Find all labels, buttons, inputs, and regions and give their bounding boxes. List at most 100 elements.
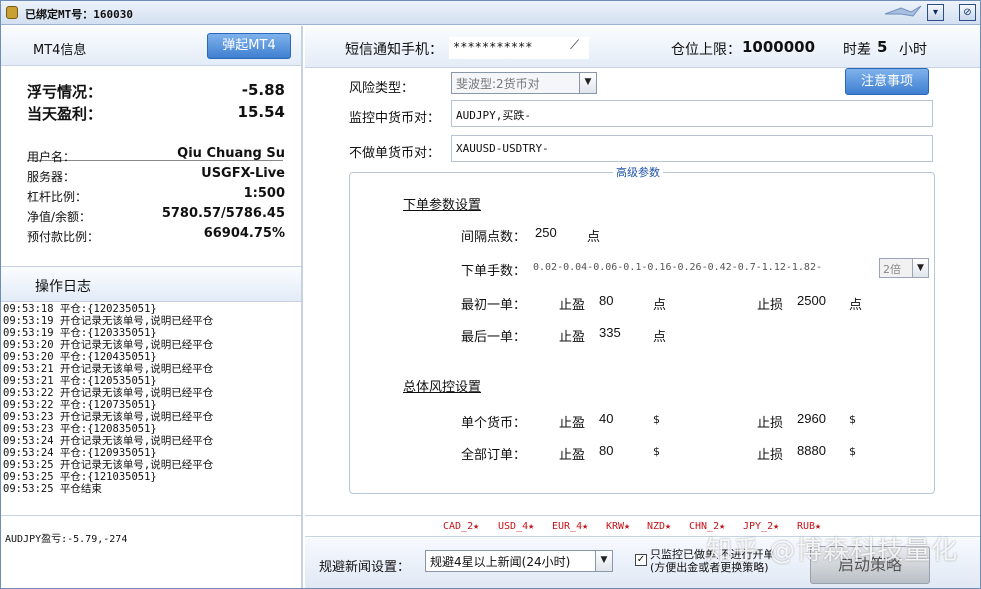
mt4-info-label: MT4信息 <box>33 43 87 58</box>
edit-icon[interactable]: ⟋ <box>570 38 579 53</box>
lots-value: 0.02-0.04-0.06-0.1-0.16-0.26-0.42-0.7-1.… <box>533 262 822 273</box>
last-order-label: 最后一单： <box>461 330 527 345</box>
first-order-label: 最初一单： <box>461 298 527 313</box>
log-line: 09:53:22 平仓:{120735051} <box>3 399 157 411</box>
leverage-value: 1:500 <box>243 186 285 201</box>
currency-star: USD_4★ <box>498 521 535 532</box>
first-tp-input[interactable]: 80 <box>595 290 645 312</box>
single-currency-label: 单个货币： <box>461 416 527 431</box>
monitor-pairs-label: 监控中货币对： <box>349 111 441 126</box>
mt4-info-header: MT4信息 弹起MT4 <box>1 26 301 66</box>
all-sl-input[interactable]: 8880 <box>793 440 843 462</box>
floating-pl-label: 浮亏情况： <box>27 83 103 101</box>
notice-button[interactable]: 注意事项 <box>845 68 929 95</box>
monitor-only-checkbox[interactable]: ✓ <box>635 554 647 566</box>
first-sl-label: 止损 <box>757 298 784 313</box>
risk-type-value: 斐波型:2货币对 <box>456 77 540 91</box>
log-line: 09:53:21 平仓:{120535051} <box>3 375 157 387</box>
log-line: 09:53:18 平仓:{120235051} <box>3 303 157 315</box>
all-sl-unit: $ <box>849 445 856 458</box>
order-settings-heading: 下单参数设置 <box>403 198 482 213</box>
single-sl-unit: $ <box>849 413 856 426</box>
chevron-down-icon: ▼ <box>912 259 928 277</box>
margin-ratio-label: 预付款比例： <box>27 230 100 244</box>
first-tp-label: 止盈 <box>559 298 586 313</box>
status-area: AUDJPY盈亏:-5.79,-274 <box>1 515 301 588</box>
window-title: 已绑定MT号：160030 <box>25 8 133 21</box>
position-limit-value: 1000000 <box>742 38 816 56</box>
all-tp-input[interactable]: 80 <box>595 440 645 462</box>
today-profit-value: 15.54 <box>237 103 285 121</box>
interval-unit: 点 <box>587 230 601 245</box>
first-sl-unit: 点 <box>849 298 863 313</box>
last-tp-unit: 点 <box>653 330 667 345</box>
log-line: 09:53:23 开仓记录无该单号,说明已经平仓 <box>3 411 214 423</box>
today-profit-label: 当天盈利： <box>27 105 103 123</box>
lots-label: 下单手数： <box>461 264 527 279</box>
log-line: 09:53:21 开仓记录无该单号,说明已经平仓 <box>3 363 214 375</box>
currency-star: EUR_4★ <box>552 521 589 532</box>
all-tp-label: 止盈 <box>559 448 586 463</box>
news-avoid-label: 规避新闻设置： <box>319 560 411 575</box>
currency-star: KRW★ <box>606 521 631 532</box>
close-button[interactable]: ⊘ <box>959 4 976 21</box>
monitor-pairs-input[interactable]: AUDJPY,买跌- <box>451 100 933 127</box>
leverage-label: 杠杆比例： <box>27 190 88 204</box>
app-icon <box>6 6 18 19</box>
single-sl-input[interactable]: 2960 <box>793 408 843 430</box>
first-tp-unit: 点 <box>653 298 667 313</box>
floating-pl-value: -5.88 <box>241 81 285 99</box>
first-sl-input[interactable]: 2500 <box>793 290 843 312</box>
log-title: 操作日志 <box>35 279 91 295</box>
settings-header: 短信通知手机： *********** ⟋ 仓位上限： 1000000 时差 5… <box>305 26 980 68</box>
username-value: Qiu Chuang Su <box>177 146 285 161</box>
log-line: 09:53:20 平仓:{120435051} <box>3 351 157 363</box>
risk-settings-heading: 总体风控设置 <box>403 380 482 395</box>
all-sl-label: 止损 <box>757 448 784 463</box>
app-window: 已绑定MT号：160030 ▾ ⊘ MT4信息 弹起MT4 浮亏情况： -5.8… <box>0 0 981 589</box>
single-tp-unit: $ <box>653 413 660 426</box>
risk-type-label: 风险类型： <box>349 81 415 96</box>
sms-phone-value: *********** <box>453 40 533 54</box>
status-text: AUDJPY盈亏:-5.79,-274 <box>5 534 128 545</box>
single-tp-label: 止盈 <box>559 416 586 431</box>
server-label: 服务器： <box>27 170 76 184</box>
margin-ratio-value: 66904.75% <box>203 226 285 241</box>
chevron-down-icon: ▼ <box>579 73 596 93</box>
equity-value: 5780.57/5786.45 <box>161 206 285 221</box>
title-bar: 已绑定MT号：160030 ▾ ⊘ <box>1 1 980 25</box>
sms-label: 短信通知手机： <box>345 42 443 58</box>
log-line: 09:53:23 平仓:{120835051} <box>3 423 157 435</box>
log-line: 09:53:25 平仓结束 <box>3 483 102 495</box>
username-label: 用户名： <box>27 150 76 164</box>
interval-input[interactable]: 250 <box>531 222 581 244</box>
bird-logo-icon <box>884 5 922 17</box>
log-line: 09:53:24 平仓:{120935051} <box>3 447 157 459</box>
news-avoid-value: 规避4星以上新闻(24小时) <box>430 555 571 569</box>
log-line: 09:53:19 开仓记录无该单号,说明已经平仓 <box>3 315 214 327</box>
advanced-params-title: 高级参数 <box>613 164 663 180</box>
server-value: USGFX-Live <box>201 166 285 181</box>
minimize-button[interactable]: ▾ <box>927 4 944 21</box>
multiplier-value: 2倍 <box>883 263 901 276</box>
exclude-pairs-input[interactable]: XAUUSD-USDTRY- <box>451 135 933 162</box>
single-sl-label: 止损 <box>757 416 784 431</box>
timezone-value: 5 <box>877 38 888 56</box>
news-avoid-select[interactable]: 规避4星以上新闻(24小时) ▼ <box>425 550 613 572</box>
log-line: 09:53:20 开仓记录无该单号,说明已经平仓 <box>3 339 214 351</box>
log-line: 09:53:19 平仓:{120335051} <box>3 327 157 339</box>
currency-star: CAD_2★ <box>443 521 480 532</box>
risk-type-select[interactable]: 斐波型:2货币对 ▼ <box>451 72 597 94</box>
multiplier-select[interactable]: 2倍 ▼ <box>879 258 929 278</box>
popup-mt4-button[interactable]: 弹起MT4 <box>207 33 291 59</box>
currency-star: NZD★ <box>647 521 672 532</box>
last-tp-label: 止盈 <box>559 330 586 345</box>
watermark: 知乎 @博森科技量化 <box>706 536 959 566</box>
single-tp-input[interactable]: 40 <box>595 408 645 430</box>
log-header: 操作日志 <box>1 266 301 302</box>
log-line: 09:53:24 开仓记录无该单号,说明已经平仓 <box>3 435 214 447</box>
log-list[interactable]: 09:53:18 平仓:{120235051} 09:53:19 开仓记录无该单… <box>3 303 299 511</box>
last-tp-input[interactable]: 335 <box>595 322 645 344</box>
chevron-down-icon: ▼ <box>595 551 612 571</box>
sms-phone-input[interactable]: *********** <box>449 37 589 59</box>
